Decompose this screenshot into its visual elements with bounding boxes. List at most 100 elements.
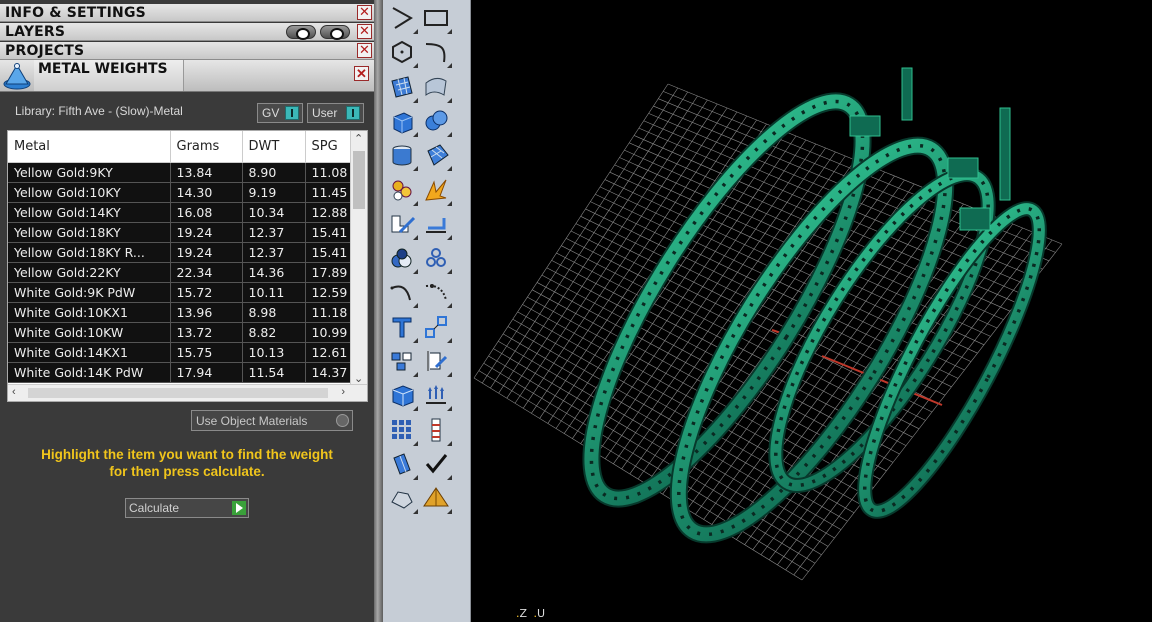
vertical-scroll-thumb[interactable] bbox=[353, 151, 365, 209]
flyout-indicator-icon bbox=[413, 303, 418, 309]
cube-solid-icon[interactable] bbox=[388, 381, 418, 412]
mesh-surface-icon[interactable] bbox=[422, 141, 452, 172]
table-header-row: Metal Grams DWT SPG bbox=[8, 131, 352, 163]
dwt-cell: 8.82 bbox=[242, 322, 306, 343]
prism-icon[interactable] bbox=[388, 450, 418, 480]
close-info-settings-icon[interactable]: ✕ bbox=[357, 5, 372, 20]
section-layers[interactable]: LAYERS ✕ bbox=[0, 23, 374, 41]
horizontal-scroll-thumb[interactable] bbox=[28, 388, 328, 398]
column-header-dwt[interactable]: DWT bbox=[242, 131, 306, 163]
pyramid-icon[interactable] bbox=[422, 484, 452, 515]
dwt-cell: 8.90 bbox=[242, 162, 306, 183]
flyout-indicator-icon bbox=[413, 166, 418, 172]
column-header-grams[interactable]: Grams bbox=[170, 131, 243, 163]
table-horizontal-scrollbar[interactable]: ‹ › bbox=[8, 384, 367, 401]
cylinder-icon[interactable] bbox=[388, 141, 418, 172]
extrude-icon[interactable] bbox=[388, 210, 418, 240]
axis-indicator: .Z .U bbox=[516, 607, 546, 620]
table-row[interactable]: Yellow Gold:9KY 13.84 8.90 11.08 bbox=[8, 162, 352, 183]
flyout-indicator-icon bbox=[413, 406, 418, 412]
project-arrows-icon[interactable] bbox=[422, 381, 452, 412]
mirror-icon[interactable] bbox=[422, 347, 452, 377]
metal-name-cell: White Gold:10KX1 bbox=[8, 302, 171, 323]
fillet-icon[interactable] bbox=[422, 278, 452, 309]
hexagon-icon[interactable] bbox=[388, 38, 418, 69]
cut-piece bbox=[849, 115, 881, 137]
dots-icon[interactable] bbox=[422, 244, 452, 275]
layer-visibility-off-icon[interactable] bbox=[286, 25, 316, 40]
user-toggle-label: User bbox=[312, 106, 338, 120]
table-row[interactable]: White Gold:14K PdW 17.94 11.54 14.37 bbox=[8, 362, 352, 383]
section-info-settings[interactable]: INFO & SETTINGS ✕ bbox=[0, 4, 374, 22]
boolean-burst-icon[interactable] bbox=[422, 176, 452, 206]
column-header-spg[interactable]: SPG bbox=[305, 131, 352, 163]
table-row[interactable]: Yellow Gold:18KY R... 19.24 12.37 15.41 bbox=[8, 242, 352, 263]
modeling-toolbar bbox=[383, 0, 471, 622]
dwt-cell: 11.54 bbox=[242, 362, 306, 383]
table-row[interactable]: White Gold:10KX1 13.96 8.98 11.18 bbox=[8, 302, 352, 323]
metal-name-cell: White Gold:9K PdW bbox=[8, 282, 171, 303]
library-label: Library: Fifth Ave - (Slow)-Metal bbox=[15, 104, 183, 118]
scale-icon[interactable] bbox=[422, 313, 452, 343]
box-icon[interactable] bbox=[388, 107, 418, 137]
check-icon[interactable] bbox=[422, 450, 452, 480]
grid-dots-icon[interactable] bbox=[388, 416, 418, 446]
user-toggle-knob-icon bbox=[346, 106, 360, 120]
flyout-indicator-icon bbox=[447, 63, 452, 69]
polygon-curve-icon[interactable] bbox=[388, 4, 418, 34]
grams-cell: 15.72 bbox=[170, 282, 243, 303]
close-projects-icon[interactable]: ✕ bbox=[357, 43, 372, 58]
table-vertical-scrollbar[interactable]: ⌃ ⌄ bbox=[350, 131, 367, 386]
column-icon[interactable] bbox=[422, 416, 452, 446]
calculate-button[interactable]: Calculate bbox=[125, 498, 249, 518]
dwt-cell: 12.37 bbox=[242, 222, 306, 243]
rectangle-icon[interactable] bbox=[422, 4, 452, 34]
metal-name-cell: Yellow Gold:9KY bbox=[8, 162, 171, 183]
rock-icon[interactable] bbox=[388, 484, 418, 515]
metal-table-container[interactable]: Metal Grams DWT SPG Yellow Gold:9KY 13.84… bbox=[7, 130, 368, 402]
grams-cell: 15.75 bbox=[170, 342, 243, 363]
flyout-indicator-icon bbox=[413, 474, 418, 480]
close-layers-icon[interactable]: ✕ bbox=[357, 24, 372, 39]
flyout-indicator-icon bbox=[413, 372, 418, 377]
3d-viewport[interactable]: .Z .U bbox=[472, 0, 1152, 622]
text-icon[interactable] bbox=[388, 313, 418, 343]
table-row[interactable]: White Gold:10KW 13.72 8.82 10.99 bbox=[8, 322, 352, 343]
flyout-indicator-icon bbox=[447, 406, 452, 412]
gv-toggle[interactable]: GV bbox=[257, 103, 303, 123]
use-object-materials-option[interactable]: Use Object Materials bbox=[191, 410, 353, 431]
curve-icon[interactable] bbox=[422, 38, 452, 69]
section-projects[interactable]: PROJECTS ✕ bbox=[0, 42, 374, 60]
layer-visibility-on-icon[interactable] bbox=[320, 25, 350, 40]
instruction-line-1: Highlight the item you want to find the … bbox=[41, 447, 333, 462]
gem-cluster-icon[interactable] bbox=[388, 176, 418, 206]
grams-cell: 22.34 bbox=[170, 262, 243, 283]
table-row[interactable]: Yellow Gold:18KY 19.24 12.37 15.41 bbox=[8, 222, 352, 243]
metal-table[interactable]: Metal Grams DWT SPG Yellow Gold:9KY 13.84… bbox=[8, 131, 352, 383]
table-row[interactable]: White Gold:9K PdW 15.72 10.11 12.59 bbox=[8, 282, 352, 303]
drop-icon[interactable] bbox=[388, 244, 418, 275]
flyout-indicator-icon bbox=[447, 97, 452, 103]
scroll-left-icon[interactable]: ‹ bbox=[12, 386, 16, 398]
ring-models bbox=[582, 67, 1047, 544]
spg-cell: 11.18 bbox=[305, 302, 352, 323]
scene-render[interactable] bbox=[472, 0, 1152, 622]
scroll-up-icon[interactable]: ⌃ bbox=[354, 132, 363, 145]
column-header-metal[interactable]: Metal bbox=[8, 131, 171, 163]
close-metal-weights-icon[interactable]: ✕ bbox=[354, 66, 369, 81]
surface-grid-icon[interactable] bbox=[388, 73, 418, 103]
table-row[interactable]: Yellow Gold:22KY 22.34 14.36 17.89 bbox=[8, 262, 352, 283]
surface-patch-icon[interactable] bbox=[422, 73, 452, 103]
table-row[interactable]: White Gold:14KX1 15.75 10.13 12.61 bbox=[8, 342, 352, 363]
arc-icon[interactable] bbox=[388, 278, 418, 309]
grid-line bbox=[478, 370, 809, 572]
array-icon[interactable] bbox=[388, 347, 418, 377]
use-object-materials-radio-icon[interactable] bbox=[336, 414, 349, 427]
spheres-icon[interactable] bbox=[422, 107, 452, 137]
table-row[interactable]: Yellow Gold:14KY 16.08 10.34 12.88 bbox=[8, 202, 352, 223]
user-toggle[interactable]: User bbox=[307, 103, 364, 123]
table-row[interactable]: Yellow Gold:10KY 14.30 9.19 11.45 bbox=[8, 182, 352, 203]
panel-splitter[interactable] bbox=[374, 0, 383, 622]
offset-surface-icon[interactable] bbox=[422, 210, 452, 240]
scroll-right-icon[interactable]: › bbox=[341, 386, 345, 398]
